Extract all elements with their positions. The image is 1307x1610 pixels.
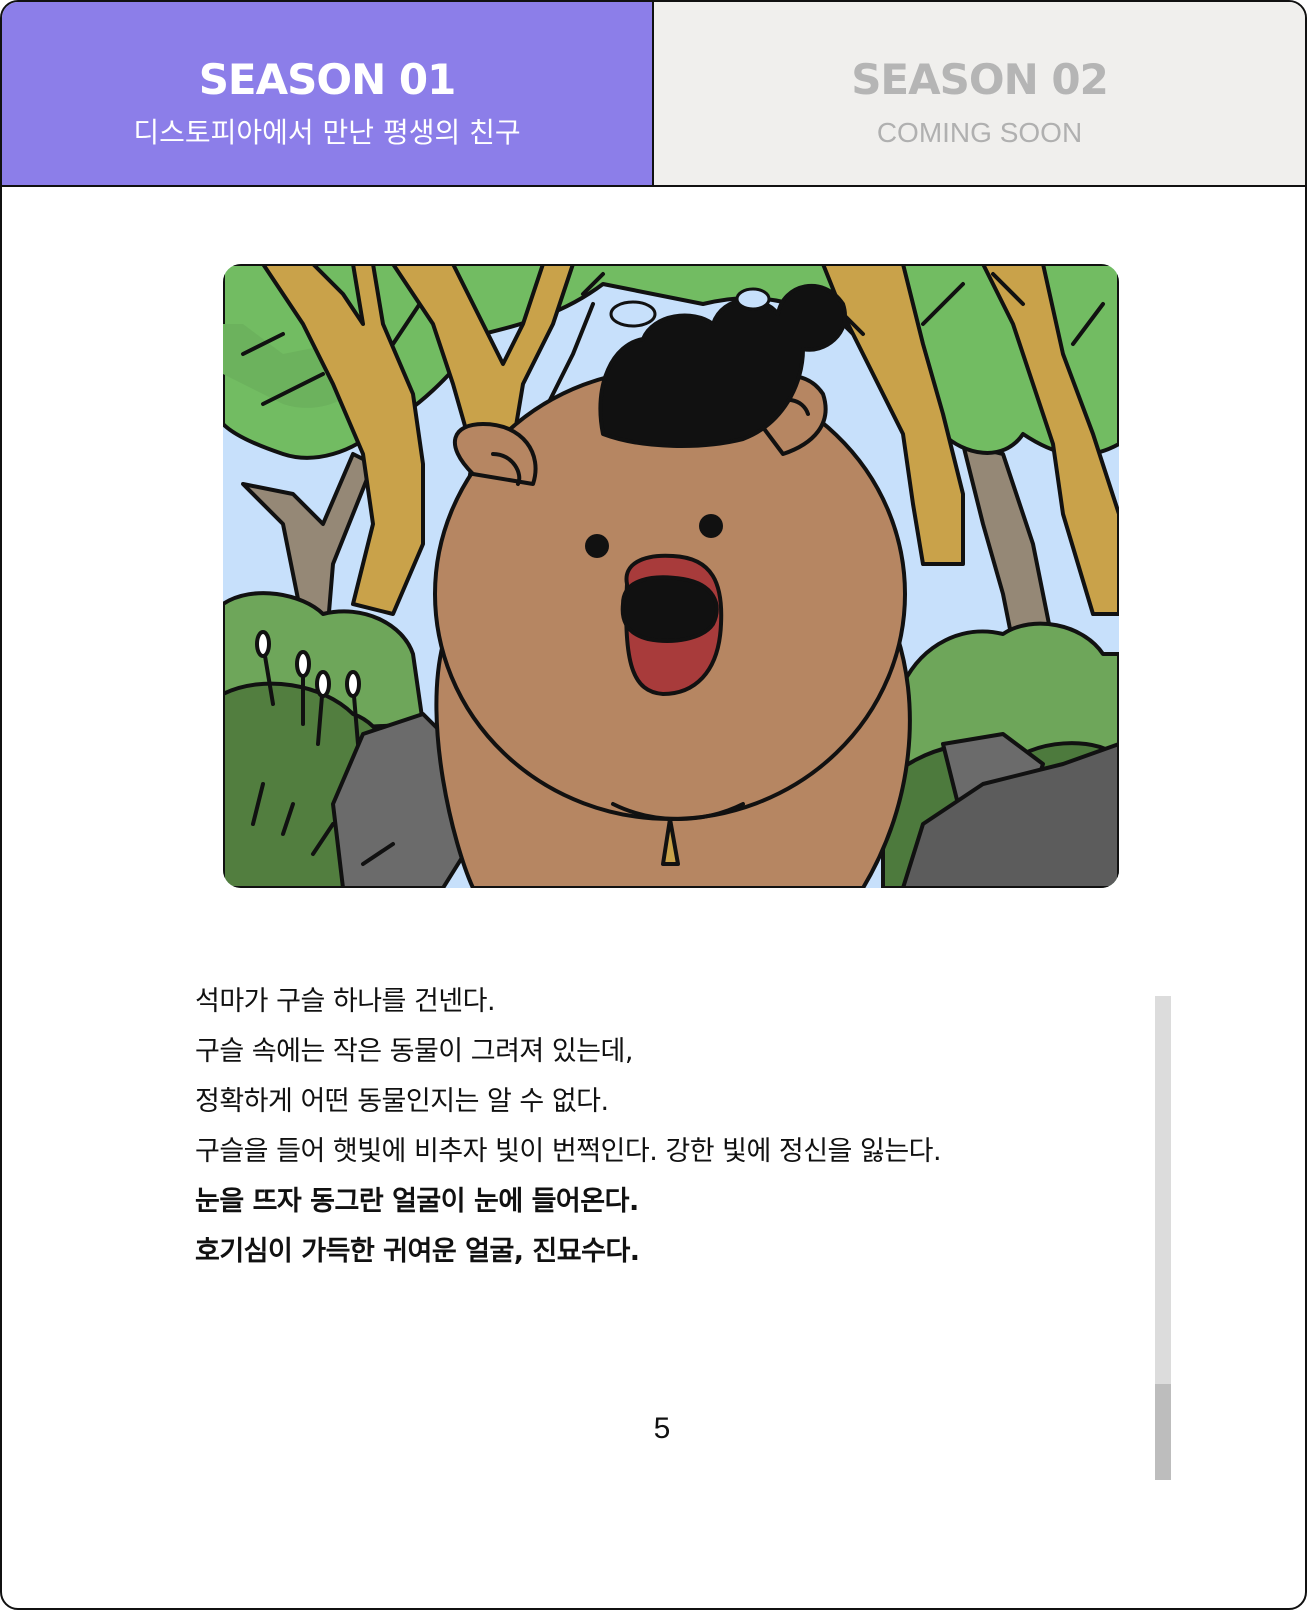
story-line-2: 구슬 속에는 작은 동물이 그려져 있는데,: [195, 1036, 633, 1067]
page-frame: SEASON 01 디스토피아에서 만난 평생의 친구 SEASON 02 CO…: [0, 0, 1307, 1610]
tab-season-01-subtitle: 디스토피아에서 만난 평생의 친구: [133, 116, 521, 149]
tab-season-01[interactable]: SEASON 01 디스토피아에서 만난 평생의 친구: [2, 2, 654, 185]
story-line-5: 눈을 뜨자 동그란 얼굴이 눈에 들어온다.: [195, 1186, 639, 1217]
season-tabs: SEASON 01 디스토피아에서 만난 평생의 친구 SEASON 02 CO…: [2, 2, 1305, 187]
tab-season-01-title: SEASON 01: [198, 55, 457, 104]
tab-season-02[interactable]: SEASON 02 COMING SOON: [654, 2, 1305, 185]
story-line-6: 호기심이 가득한 귀여운 얼굴, 진묘수다.: [195, 1236, 640, 1267]
tab-season-02-subtitle: COMING SOON: [876, 117, 1083, 148]
story-line-4: 구슬을 들어 햇빛에 비추자 빛이 번쩍인다. 강한 빛에 정신을 잃는다.: [195, 1136, 942, 1167]
story-text: 석마가 구슬 하나를 건넨다. 구슬 속에는 작은 동물이 그려져 있는데, 정…: [195, 982, 1095, 1282]
story-illustration: [223, 264, 1119, 888]
story-line-3: 정확하게 어떤 동물인지는 알 수 없다.: [195, 1086, 609, 1117]
scrollbar[interactable]: [1155, 996, 1171, 1480]
scrollbar-thumb[interactable]: [1155, 1384, 1171, 1480]
page-number: 5: [653, 1412, 671, 1445]
tab-season-02-title: SEASON 02: [851, 55, 1109, 104]
story-line-1: 석마가 구슬 하나를 건넨다.: [195, 986, 496, 1017]
